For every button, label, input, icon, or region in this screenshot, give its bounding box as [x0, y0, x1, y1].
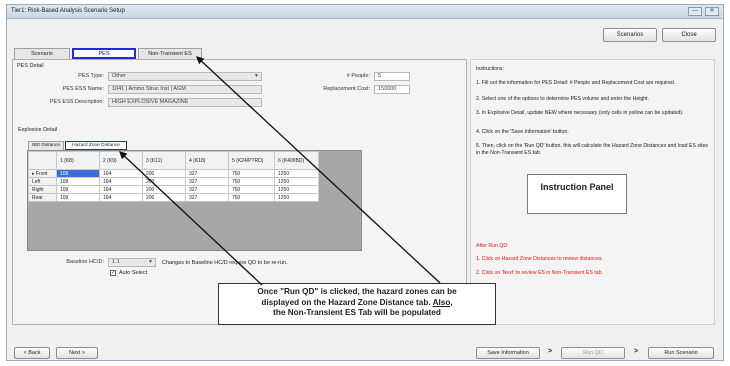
table-cell[interactable]: 164 [99, 177, 143, 186]
close-icon[interactable]: ✕ [705, 7, 719, 16]
callout-line-2: displayed on the Hazard Zone Distance ta… [261, 297, 453, 307]
column-header: 4 (K18) [185, 151, 229, 170]
run-scenario-button[interactable]: Run Scenario [648, 347, 714, 359]
pes-ess-description-field: HIGH EXPLOSIVE MAGAZINE [108, 98, 262, 107]
tab-scenario[interactable]: Scenario [14, 48, 70, 59]
table-row[interactable]: Rear 109 164 200 327 750 1250 [28, 193, 319, 202]
auto-select-checkbox[interactable]: ✓ [110, 270, 116, 276]
chevron-down-icon: ▼ [148, 259, 153, 265]
table-cell[interactable]: 327 [185, 185, 229, 194]
baseline-hcd-label: Baseline HC/D: [66, 259, 104, 265]
column-header: 6 (K40/IBD) [274, 151, 319, 170]
pes-type-select[interactable]: Other ▼ [108, 72, 262, 81]
step-arrow: > [548, 348, 553, 355]
callout-also: Also, [432, 297, 453, 307]
column-header: 5 (K24/PTRD) [228, 151, 275, 170]
row-header: Left [28, 177, 57, 186]
table-header-row: 1 (K8) 2 (K9) 3 (K11) 4 (K18) 5 (K24/PTR… [28, 151, 319, 170]
back-button[interactable]: < Back [14, 347, 50, 359]
column-header: 3 (K11) [142, 151, 186, 170]
step-arrow: > [634, 348, 639, 355]
pes-type-value: Other [112, 73, 126, 79]
window-title: Tier1: Risk-Based Analysis Scenario Setu… [11, 8, 125, 14]
table-cell[interactable]: 164 [99, 185, 143, 194]
table-cell[interactable]: 200 [142, 169, 186, 178]
after-run-step: 2. Click on 'Next' to review ES in Non-T… [476, 270, 603, 276]
hazard-zone-table: 1 (K8) 2 (K9) 3 (K11) 4 (K18) 5 (K24/PTR… [28, 151, 319, 202]
table-cell[interactable]: 1250 [274, 177, 319, 186]
table-cell[interactable]: 109 [56, 177, 100, 186]
pes-type-label: PES Type: [78, 73, 104, 79]
row-header: Rear [28, 193, 57, 202]
table-cell[interactable]: 750 [228, 185, 275, 194]
table-cell[interactable]: 750 [228, 169, 275, 178]
table-cell[interactable]: 327 [185, 177, 229, 186]
chevron-down-icon: ▼ [254, 73, 259, 79]
table-row[interactable]: ▸ Front 109 164 200 327 750 1250 [28, 169, 319, 178]
table-cell[interactable]: 109 [56, 185, 100, 194]
table-row[interactable]: Right 109 164 200 327 750 1250 [28, 185, 319, 194]
pes-detail-heading: PES Detail [17, 63, 44, 69]
instruction-step: 3. In Explosive Detail, update NEW where… [476, 110, 684, 116]
table-cell[interactable]: 1250 [274, 185, 319, 194]
people-input[interactable]: 5 [374, 72, 410, 81]
baseline-hcd-select[interactable]: 1.1 ▼ [108, 258, 156, 267]
table-cell[interactable]: 109 [56, 193, 100, 202]
explosive-detail-heading: Explosive Detail [18, 127, 58, 133]
table-cell[interactable]: 327 [185, 193, 229, 202]
table-cell[interactable]: 200 [142, 177, 186, 186]
minimize-icon[interactable]: — [688, 7, 702, 16]
table-cell[interactable]: 750 [228, 193, 275, 202]
row-header: ▸ Front [28, 169, 57, 178]
annotation-callout: Once "Run QD" is clicked, the hazard zon… [218, 283, 496, 325]
instruction-panel-label: Instruction Panel [527, 174, 627, 214]
run-qd-button[interactable]: Run QD [561, 347, 625, 359]
callout-line-3: the Non-Transient ES Tab will be populat… [273, 308, 441, 317]
row-header: Right [28, 185, 57, 194]
callout-line-1: Once "Run QD" is clicked, the hazard zon… [257, 287, 457, 296]
hazard-zone-grid: 1 (K8) 2 (K9) 3 (K11) 4 (K18) 5 (K24/PTR… [27, 150, 362, 251]
table-row[interactable]: Left 109 164 200 327 750 1250 [28, 177, 319, 186]
auto-select-label: Auto Select [119, 270, 148, 276]
column-header: 1 (K8) [56, 151, 100, 170]
table-cell[interactable]: 1250 [274, 193, 319, 202]
replacement-cost-label: Replacement Cost: [323, 86, 370, 92]
instruction-step: 4. Click on the 'Save Information' butto… [476, 129, 569, 135]
table-cell[interactable]: 750 [228, 177, 275, 186]
table-cell[interactable]: 200 [142, 193, 186, 202]
window-controls: — ✕ [688, 7, 719, 16]
tab-ibd-distance[interactable]: IBD Distance [28, 141, 64, 150]
table-cell[interactable]: 109 [56, 169, 100, 178]
table-cell[interactable]: 164 [99, 169, 143, 178]
people-label: # People: [346, 73, 370, 79]
table-cell[interactable]: 327 [185, 169, 229, 178]
close-button[interactable]: Close [662, 28, 716, 42]
save-information-button[interactable]: Save Information [476, 347, 540, 359]
baseline-hcd-value: 1.1 [112, 259, 120, 265]
pes-ess-name-field: 1041 | Ammo Struc Inst | AGM [108, 85, 262, 94]
replacement-cost-input[interactable]: 150000 [374, 85, 410, 94]
tab-pes[interactable]: PES [72, 48, 136, 59]
title-bar: Tier1: Risk-Based Analysis Scenario Setu… [7, 5, 723, 19]
table-cell[interactable]: 164 [99, 193, 143, 202]
table-cell[interactable]: 200 [142, 185, 186, 194]
next-button[interactable]: Next > [56, 347, 98, 359]
baseline-note: Changes to Baseline HC/D require QD to b… [162, 260, 288, 266]
tab-hazard-zone-distance[interactable]: Hazard Zone Distance [65, 141, 127, 150]
scenarios-button[interactable]: Scenarios [603, 28, 657, 42]
after-run-step: 1. Click on Hazard Zone Distances to rev… [476, 256, 603, 262]
column-header [28, 151, 57, 170]
instruction-step: 1. Fill out the information for PES Deta… [476, 80, 676, 86]
instruction-step: 5. Then, click on the 'Run QD' button, t… [476, 143, 708, 156]
pes-ess-name-label: PES ESS Name: [62, 86, 104, 92]
table-cell[interactable]: 1250 [274, 169, 319, 178]
tab-non-transient-es[interactable]: Non-Transient ES [138, 48, 202, 59]
instructions-heading: Instructions: [476, 66, 504, 72]
column-header: 2 (K9) [99, 151, 143, 170]
after-run-heading: After Run QD: [476, 243, 509, 249]
instruction-step: 2. Select one of the options to determin… [476, 96, 650, 102]
pes-ess-description-label: PES ESS Description: [49, 99, 104, 105]
